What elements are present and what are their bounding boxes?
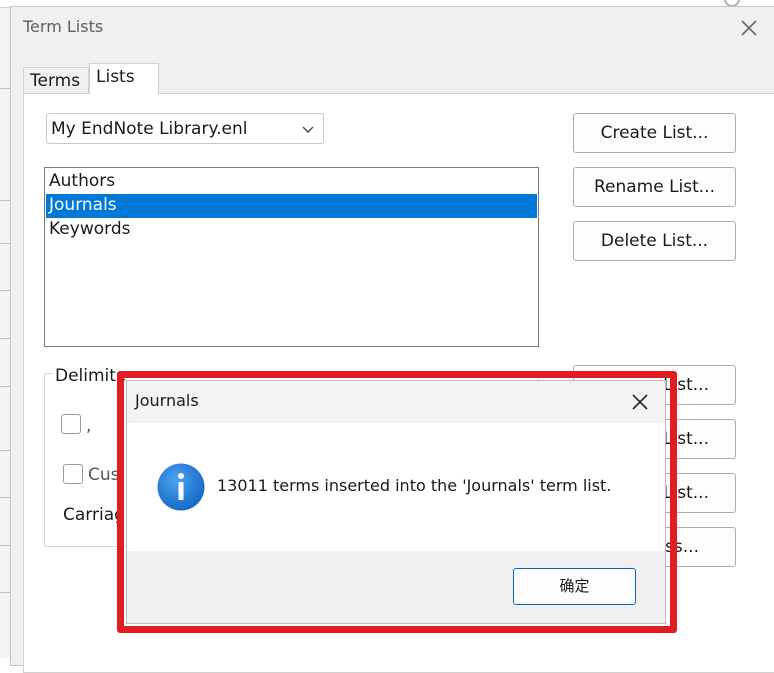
message-titlebar: Journals	[127, 381, 665, 423]
custom-label: Cus	[88, 465, 120, 485]
library-select[interactable]: My EndNote Library.enl	[46, 113, 324, 144]
carriage-return-label: Carriag	[63, 505, 125, 525]
comma-checkbox[interactable]	[61, 414, 81, 434]
library-select-value: My EndNote Library.enl	[51, 119, 248, 139]
background-divider	[0, 88, 10, 89]
list-item-keywords[interactable]: Keywords	[46, 218, 537, 242]
message-box: Journals 13011 terms inserted into the '…	[126, 380, 666, 624]
comma-label: ,	[86, 416, 92, 436]
ok-button[interactable]: 确定	[513, 568, 636, 605]
rename-list-button[interactable]: Rename List...	[573, 167, 736, 207]
delete-list-button[interactable]: Delete List...	[573, 221, 736, 261]
tab-lists[interactable]: Lists	[89, 63, 159, 94]
info-icon	[156, 462, 206, 512]
message-body: 13011 terms inserted into the 'Journals'…	[127, 423, 665, 551]
list-item-journals[interactable]: Journals	[46, 194, 537, 218]
background-divider	[0, 497, 10, 498]
background-app-strip	[0, 0, 10, 658]
list-item-authors[interactable]: Authors	[46, 170, 537, 194]
chevron-down-icon	[301, 121, 315, 135]
custom-checkbox[interactable]	[63, 464, 83, 484]
background-divider	[0, 200, 10, 201]
term-list-box[interactable]: Authors Journals Keywords	[44, 167, 539, 347]
background-divider	[0, 290, 10, 291]
background-divider	[0, 450, 10, 451]
background-divider	[0, 243, 10, 244]
background-divider	[0, 338, 10, 339]
background-divider	[0, 592, 10, 593]
background-divider	[0, 386, 10, 387]
message-title: Journals	[135, 391, 199, 410]
create-list-button[interactable]: Create List...	[573, 113, 736, 153]
message-footer: 确定	[127, 551, 665, 623]
close-icon[interactable]	[736, 15, 762, 41]
tab-terms[interactable]: Terms	[23, 67, 89, 93]
message-text: 13011 terms inserted into the 'Journals'…	[217, 476, 612, 495]
close-icon[interactable]	[628, 390, 652, 414]
dialog-title: Term Lists	[23, 17, 104, 36]
background-divider	[0, 545, 10, 546]
